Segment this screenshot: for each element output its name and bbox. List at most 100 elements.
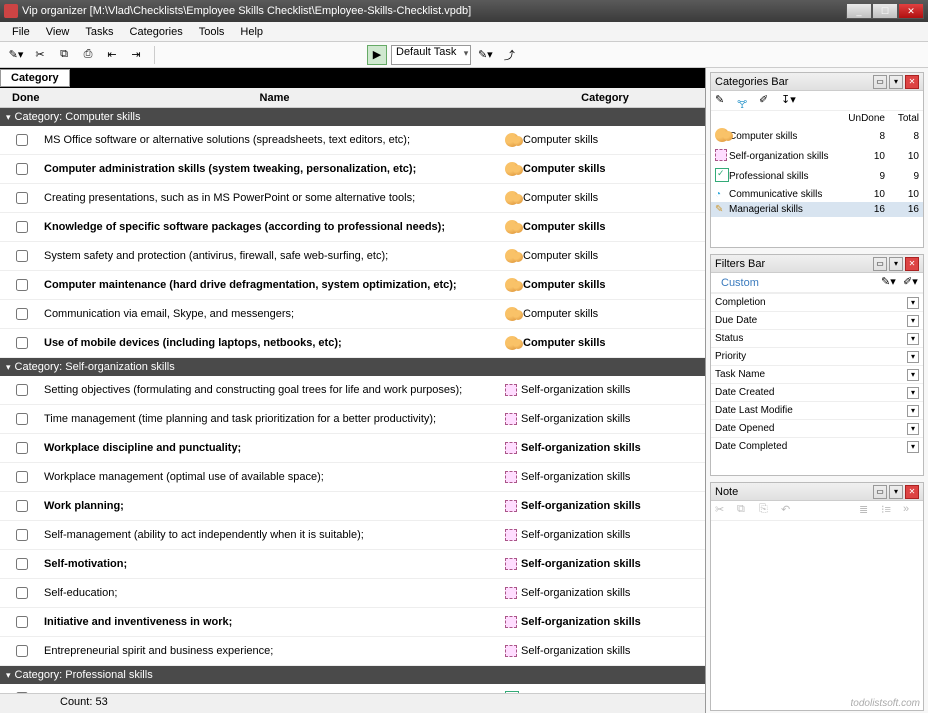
col-category[interactable]: Category — [505, 92, 705, 104]
group-professional[interactable]: ▾Category: Professional skills — [0, 666, 705, 684]
chevron-down-icon[interactable]: ▾ — [907, 297, 919, 309]
menu-tools[interactable]: Tools — [191, 24, 233, 40]
panel-close-icon[interactable]: ✕ — [905, 257, 919, 271]
filter-completion[interactable]: Completion▾ — [711, 293, 923, 311]
note-editor[interactable] — [711, 521, 923, 710]
task-row[interactable]: MS Office software or alternative soluti… — [0, 126, 705, 155]
task-row[interactable]: Knowledge of specific software packages … — [0, 213, 705, 242]
task-row[interactable]: System safety and protection (antivirus,… — [0, 242, 705, 271]
chevron-down-icon[interactable]: ▾ — [907, 441, 919, 453]
chevron-down-icon[interactable]: ▾ — [907, 315, 919, 327]
chevron-down-icon[interactable]: ▾ — [907, 369, 919, 381]
cat-edit-icon[interactable]: ✐ — [759, 93, 775, 109]
cat-row-manager[interactable]: ✎Managerial skills1616 — [711, 202, 923, 217]
done-checkbox[interactable] — [16, 192, 28, 204]
filter-date-created[interactable]: Date Created▾ — [711, 383, 923, 401]
cat-new-icon[interactable]: ✎ — [715, 93, 731, 109]
task-list[interactable]: ▾Category: Computer skills MS Office sof… — [0, 108, 705, 693]
tool-new-icon[interactable]: ✎▾ — [6, 45, 26, 65]
done-checkbox[interactable] — [16, 500, 28, 512]
cat-filter-icon[interactable]: 🝖 — [737, 93, 753, 109]
done-checkbox[interactable] — [16, 250, 28, 262]
done-checkbox[interactable] — [16, 558, 28, 570]
task-row[interactable]: Time management (time planning and task … — [0, 405, 705, 434]
panel-close-icon[interactable]: ✕ — [905, 75, 919, 89]
filter-status[interactable]: Status▾ — [711, 329, 923, 347]
group-self-organization[interactable]: ▾Category: Self-organization skills — [0, 358, 705, 376]
tool-paste-icon[interactable]: ⎙ — [78, 45, 98, 65]
task-row[interactable]: Workplace management (optimal use of ava… — [0, 463, 705, 492]
tool-indent-icon[interactable]: ⇥ — [126, 45, 146, 65]
done-checkbox[interactable] — [16, 308, 28, 320]
default-task-combo[interactable]: Default Task — [391, 45, 471, 65]
chevron-down-icon[interactable]: ▾ — [907, 387, 919, 399]
note-more-icon[interactable]: » — [903, 503, 919, 519]
tool-outdent-icon[interactable]: ⇤ — [102, 45, 122, 65]
task-row[interactable]: Self-management (ability to act independ… — [0, 521, 705, 550]
panel-pin-icon[interactable]: ▾ — [889, 75, 903, 89]
chevron-down-icon[interactable]: ▾ — [907, 351, 919, 363]
done-checkbox[interactable] — [16, 529, 28, 541]
filter-custom-link[interactable]: Custom — [715, 274, 765, 292]
menu-help[interactable]: Help — [232, 24, 271, 40]
panel-close-icon[interactable]: ✕ — [905, 485, 919, 499]
group-computer-skills[interactable]: ▾Category: Computer skills — [0, 108, 705, 126]
tool-cut-icon[interactable]: ✂ — [30, 45, 50, 65]
task-row[interactable]: Major skills necessary to execute specif… — [0, 684, 705, 693]
note-list-icon[interactable]: ≣ — [859, 503, 875, 519]
done-checkbox[interactable] — [16, 587, 28, 599]
task-row[interactable]: Use of mobile devices (including laptops… — [0, 329, 705, 358]
cat-row-computer[interactable]: Computer skills88 — [711, 126, 923, 147]
filter-priority[interactable]: Priority▾ — [711, 347, 923, 365]
task-row[interactable]: Computer administration skills (system t… — [0, 155, 705, 184]
done-checkbox[interactable] — [16, 471, 28, 483]
note-copy-icon[interactable]: ⧉ — [737, 503, 753, 519]
cat-row-prof[interactable]: Professional skills99 — [711, 166, 923, 187]
done-checkbox[interactable] — [16, 279, 28, 291]
tool-category-icon[interactable]: ▶ — [367, 45, 387, 65]
note-cut-icon[interactable]: ✂ — [715, 503, 731, 519]
task-row[interactable]: Work planning;Self-organization skills — [0, 492, 705, 521]
panel-pin-icon[interactable]: ▾ — [889, 485, 903, 499]
filter-due-date[interactable]: Due Date▾ — [711, 311, 923, 329]
done-checkbox[interactable] — [16, 413, 28, 425]
task-row[interactable]: Creating presentations, such as in MS Po… — [0, 184, 705, 213]
filter-date-opened[interactable]: Date Opened▾ — [711, 419, 923, 437]
tab-category[interactable]: Category — [0, 69, 70, 87]
task-row[interactable]: Workplace discipline and punctuality;Sel… — [0, 434, 705, 463]
menu-file[interactable]: File — [4, 24, 38, 40]
panel-dock-icon[interactable]: ▭ — [873, 75, 887, 89]
chevron-down-icon[interactable]: ▾ — [907, 333, 919, 345]
task-row[interactable]: Initiative and inventiveness in work;Sel… — [0, 608, 705, 637]
note-bullets-icon[interactable]: ⁝≡ — [881, 503, 897, 519]
done-checkbox[interactable] — [16, 337, 28, 349]
tool-copy-icon[interactable]: ⧉ — [54, 45, 74, 65]
filter-date-completed[interactable]: Date Completed▾ — [711, 437, 923, 455]
cat-row-comm[interactable]: ◔Communicative skills1010 — [711, 187, 923, 202]
col-name[interactable]: Name — [44, 92, 505, 104]
filter-edit-icon[interactable]: ✎▾ — [881, 275, 897, 291]
chevron-down-icon[interactable]: ▾ — [907, 405, 919, 417]
done-checkbox[interactable] — [16, 221, 28, 233]
cat-row-self[interactable]: Self-organization skills1010 — [711, 147, 923, 166]
panel-dock-icon[interactable]: ▭ — [873, 257, 887, 271]
tool-run-icon[interactable]: ✎▾ — [475, 45, 495, 65]
task-row[interactable]: Communication via email, Skype, and mess… — [0, 300, 705, 329]
done-checkbox[interactable] — [16, 616, 28, 628]
task-row[interactable]: Self-motivation;Self-organization skills — [0, 550, 705, 579]
task-row[interactable]: Entrepreneurial spirit and business expe… — [0, 637, 705, 666]
menu-view[interactable]: View — [38, 24, 78, 40]
chevron-down-icon[interactable]: ▾ — [907, 423, 919, 435]
done-checkbox[interactable] — [16, 384, 28, 396]
panel-pin-icon[interactable]: ▾ — [889, 257, 903, 271]
task-row[interactable]: Setting objectives (formulating and cons… — [0, 376, 705, 405]
task-row[interactable]: Self-education;Self-organization skills — [0, 579, 705, 608]
panel-dock-icon[interactable]: ▭ — [873, 485, 887, 499]
done-checkbox[interactable] — [16, 442, 28, 454]
cat-sort-icon[interactable]: ↧▾ — [781, 93, 797, 109]
close-button[interactable]: ✕ — [898, 3, 924, 19]
note-paste-icon[interactable]: ⎘ — [759, 503, 775, 519]
menu-categories[interactable]: Categories — [122, 24, 191, 40]
menu-tasks[interactable]: Tasks — [77, 24, 121, 40]
done-checkbox[interactable] — [16, 163, 28, 175]
